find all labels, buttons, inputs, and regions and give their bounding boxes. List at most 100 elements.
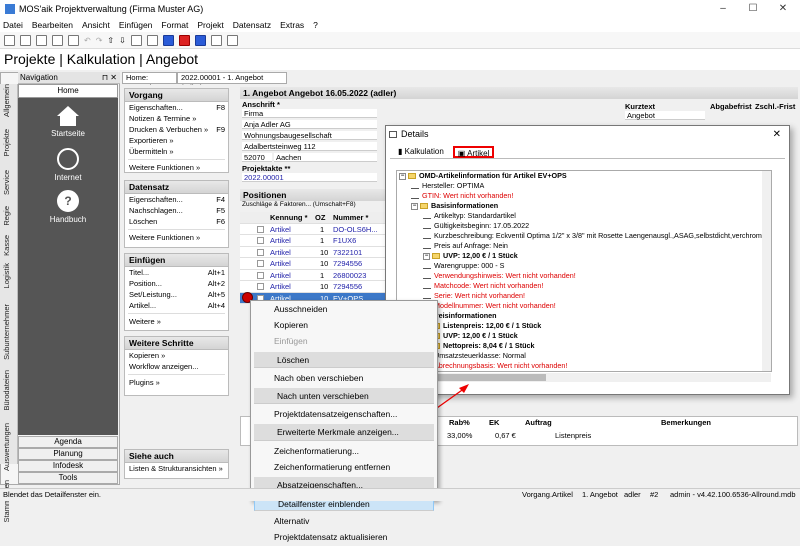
einfuegen-more-link[interactable]: Weitere » bbox=[125, 316, 228, 327]
kurztext-field[interactable]: Angebot bbox=[625, 111, 705, 120]
tab-home[interactable]: Home: Startseite bbox=[122, 72, 177, 92]
nav-btn-tools[interactable]: Tools bbox=[18, 472, 118, 484]
tree-node[interactable]: Kurzbeschreibung: Eckventil Optima 1/2" … bbox=[397, 231, 771, 241]
vtab-service[interactable]: Service bbox=[2, 170, 11, 195]
datensatz-item-2[interactable]: Löschen F6 bbox=[125, 216, 228, 227]
table-row[interactable]: Artikel 10 7294556 bbox=[240, 258, 388, 270]
tree-node[interactable]: Modellnummer: Wert nicht vorhanden! bbox=[397, 301, 771, 311]
arrow-down-icon[interactable]: ⇩ bbox=[119, 36, 126, 45]
context-menu-item-12[interactable]: Alternativ bbox=[251, 513, 437, 529]
redo-icon[interactable]: ↷ bbox=[96, 36, 103, 45]
nav-btn-agenda[interactable]: Agenda bbox=[18, 436, 118, 448]
context-menu-item-1[interactable]: Kopieren bbox=[251, 317, 437, 333]
vorgang-item-2[interactable]: Drucken & Verbuchen » F9 bbox=[125, 124, 228, 135]
context-menu-item-7[interactable]: Erweiterte Merkmale anzeigen... bbox=[254, 424, 434, 441]
einfuegen-item-0[interactable]: Titel... Alt+1 bbox=[125, 267, 228, 278]
vtab-kasse[interactable]: Kasse bbox=[2, 235, 11, 256]
table-row[interactable]: Artikel 10 7294556 bbox=[240, 281, 388, 293]
workflow-link[interactable]: Workflow anzeigen... bbox=[125, 361, 228, 372]
einfuegen-item-1[interactable]: Position... Alt+2 bbox=[125, 278, 228, 289]
nav-btn-infodesk[interactable]: Infodesk bbox=[18, 460, 118, 472]
tree-node[interactable]: −UVP: 12,00 € / 1 Stück bbox=[397, 331, 771, 341]
table-row[interactable]: Artikel 1 F1UX6 bbox=[240, 235, 388, 247]
tree-scrollbar[interactable] bbox=[762, 171, 771, 371]
anschrift-line-4[interactable]: Adalbertsteinweg 112 bbox=[242, 142, 377, 151]
menu-item-5[interactable]: Projekt bbox=[197, 20, 223, 30]
details-close-icon[interactable]: ✕ bbox=[773, 126, 781, 143]
undo-icon[interactable]: ↶ bbox=[84, 36, 91, 45]
anschrift-line-2[interactable]: Anja Adler AG bbox=[242, 120, 377, 129]
nav-home[interactable]: Home bbox=[18, 84, 118, 98]
menu-item-2[interactable]: Ansicht bbox=[82, 20, 110, 30]
vtab-allgemein[interactable]: Allgemein bbox=[2, 84, 11, 117]
vorgang-item-1[interactable]: Notizen & Termine » bbox=[125, 113, 228, 124]
context-menu-item-6[interactable]: Projektdatensatzeigenschaften... bbox=[251, 406, 437, 422]
context-menu-item-9[interactable]: Zeichenformatierung entfernen bbox=[251, 459, 437, 475]
plz-field[interactable]: 52070 bbox=[242, 153, 272, 162]
tree-node[interactable]: Preis auf Anfrage: Nein bbox=[397, 241, 771, 251]
projektakte-field[interactable]: 2022.00001 bbox=[242, 173, 377, 182]
vtab-logistik[interactable]: Logistik bbox=[2, 263, 11, 288]
minimize-icon[interactable]: – bbox=[708, 0, 738, 18]
user-icon[interactable] bbox=[194, 34, 206, 46]
menu-item-3[interactable]: Einfügen bbox=[119, 20, 153, 30]
expand-toggle-icon[interactable]: − bbox=[423, 252, 430, 260]
tab-kalkulation[interactable]: ▮ Kalkulation bbox=[395, 146, 447, 158]
menu-item-1[interactable]: Bearbeiten bbox=[32, 20, 73, 30]
vtab-bürodateien[interactable]: Bürodateien bbox=[2, 370, 11, 410]
tree-node[interactable]: −Listenpreis: 12,00 € / 1 Stück bbox=[397, 321, 771, 331]
vtab-subunternehmer[interactable]: Subunternehmer bbox=[2, 304, 11, 360]
datensatz-item-0[interactable]: Eigenschaften... F4 bbox=[125, 194, 228, 205]
nav-item-handbuch[interactable]: ? Handbuch bbox=[48, 190, 88, 224]
menu-item-6[interactable]: Datensatz bbox=[233, 20, 271, 30]
row-checkbox[interactable] bbox=[257, 260, 264, 267]
refresh-icon[interactable] bbox=[130, 34, 142, 46]
tab-artikel[interactable]: ▣ Artikel bbox=[452, 145, 495, 158]
tree-node[interactable]: −Preisinformationen bbox=[397, 311, 771, 321]
context-menu-item-0[interactable]: Ausschneiden bbox=[251, 301, 437, 317]
stop-icon[interactable] bbox=[146, 34, 158, 46]
zuschlaege-link[interactable]: Zuschläge & Faktoren... (Umschalt+F8) bbox=[242, 201, 356, 208]
new-icon[interactable] bbox=[4, 34, 15, 46]
delete-icon[interactable] bbox=[68, 34, 79, 46]
vtab-stammdaten[interactable]: Stammdaten bbox=[2, 480, 11, 523]
datensatz-more-link[interactable]: Weitere Funktionen » bbox=[125, 232, 228, 243]
anschrift-line-1[interactable]: Firma bbox=[242, 109, 377, 118]
menu-item-8[interactable]: ? bbox=[313, 20, 318, 30]
einfuegen-item-2[interactable]: Set/Leistung... Alt+5 bbox=[125, 289, 228, 300]
nav-btn-planung[interactable]: Planung bbox=[18, 448, 118, 460]
tree-node[interactable]: −Nettopreis: 8,04 € / 1 Stück bbox=[397, 341, 771, 351]
tree-node[interactable]: Artikeltyp: Standardartikel bbox=[397, 211, 771, 221]
anschrift-line-3[interactable]: Wohnungsbaugesellschaft bbox=[242, 131, 377, 140]
tree-node[interactable]: Verwendungshinweis: Wert nicht vorhanden… bbox=[397, 271, 771, 281]
vtab-projekte[interactable]: Projekte bbox=[2, 129, 11, 157]
calc-icon[interactable] bbox=[162, 34, 174, 46]
maximize-icon[interactable]: ☐ bbox=[738, 0, 768, 18]
listen-link[interactable]: Listen & Strukturansichten » bbox=[125, 463, 228, 474]
tree-node[interactable]: −UVP: 12,00 € / 1 Stück bbox=[397, 251, 771, 261]
tree-node[interactable]: −Bildinformationen bbox=[397, 371, 771, 372]
row-checkbox[interactable] bbox=[257, 248, 264, 256]
vorgang-item-4[interactable]: Übermitteln » bbox=[125, 146, 228, 157]
tree-node[interactable]: Serie: Wert nicht vorhanden! bbox=[397, 291, 771, 301]
settings-icon[interactable] bbox=[210, 34, 222, 46]
vorgang-more-link[interactable]: Weitere Funktionen » bbox=[125, 162, 228, 173]
tree-node[interactable]: Abrechnungsbasis: Wert nicht vorhanden! bbox=[397, 361, 771, 371]
arrow-up-icon[interactable]: ⇧ bbox=[107, 36, 114, 45]
menu-item-7[interactable]: Extras bbox=[280, 20, 304, 30]
tree-node[interactable]: Gültigkeitsbeginn: 17.05.2022 bbox=[397, 221, 771, 231]
report-icon[interactable] bbox=[178, 34, 190, 46]
table-row[interactable]: Artikel 1 DO-OLS6H... bbox=[240, 223, 388, 235]
tree-node[interactable]: Matchcode: Wert nicht vorhanden! bbox=[397, 281, 771, 291]
row-checkbox[interactable] bbox=[257, 283, 264, 290]
tree-node[interactable]: − OMD-Artikelinformation für Artikel EV+O… bbox=[397, 171, 771, 181]
close-icon[interactable]: ✕ bbox=[768, 0, 798, 18]
table-row[interactable]: Artikel 1 26800023 bbox=[240, 269, 388, 281]
menu-item-0[interactable]: Datei bbox=[3, 20, 23, 30]
datensatz-item-1[interactable]: Nachschlagen... F5 bbox=[125, 205, 228, 216]
vorgang-item-0[interactable]: Eigenschaften... F8 bbox=[125, 102, 228, 113]
tree-node[interactable]: Hersteller: OPTIMA bbox=[397, 181, 771, 191]
einfuegen-item-3[interactable]: Artikel... Alt+4 bbox=[125, 300, 228, 311]
pin-icon[interactable]: ⊓ ✕ bbox=[102, 72, 117, 84]
tree-node[interactable]: Warengruppe: 000 - S bbox=[397, 261, 771, 271]
